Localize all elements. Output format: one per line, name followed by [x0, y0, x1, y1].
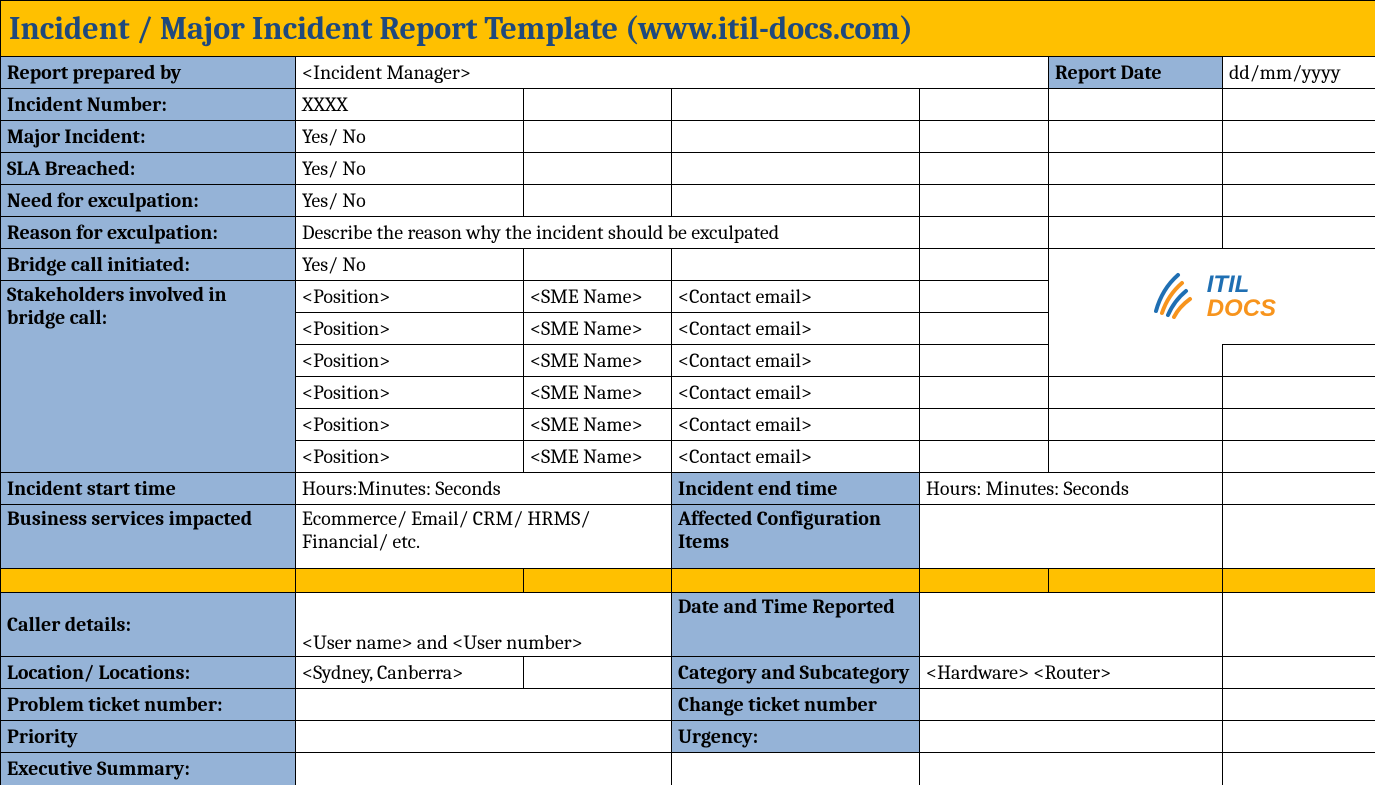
stakeholder-position: <Position> [296, 281, 524, 313]
row-incident-number: Incident Number: XXXX [1, 89, 1375, 121]
label-reason-exculpation: Reason for exculpation: [1, 217, 296, 249]
value-reason-exculpation: Describe the reason why the incident sho… [296, 217, 920, 249]
stakeholder-sme: <SME Name> [524, 377, 672, 409]
label-major-incident: Major Incident: [1, 121, 296, 153]
stakeholder-sme: <SME Name> [524, 313, 672, 345]
row-incident-time: Incident start time Hours:Minutes: Secon… [1, 473, 1375, 505]
value-category: <Hardware> <Router> [920, 657, 1223, 689]
stakeholder-sme: <SME Name> [524, 441, 672, 473]
label-incident-start: Incident start time [1, 473, 296, 505]
label-incident-end: Incident end time [672, 473, 920, 505]
row-major-incident: Major Incident: Yes/ No [1, 121, 1375, 153]
value-report-prepared-by: <Incident Manager> [296, 57, 1049, 89]
row-sla-breached: SLA Breached: Yes/ No [1, 153, 1375, 185]
label-stakeholders: Stakeholders involved in bridge call: [1, 281, 296, 473]
row-caller-details: Caller details: <User name> and <User nu… [1, 593, 1375, 657]
page-title: Incident / Major Incident Report Templat… [1, 1, 1375, 57]
logo-fan-icon [1148, 269, 1194, 324]
value-business-services: Ecommerce/ Email/ CRM/ HRMS/ Financial/ … [296, 505, 672, 569]
label-category: Category and Subcategory [672, 657, 920, 689]
label-problem-ticket: Problem ticket number: [1, 689, 296, 721]
label-report-date: Report Date [1049, 57, 1223, 89]
row-report-prepared-by: Report prepared by <Incident Manager> Re… [1, 57, 1375, 89]
value-date-time-reported [920, 593, 1223, 657]
row-reason-exculpation: Reason for exculpation: Describe the rea… [1, 217, 1375, 249]
stakeholder-email: <Contact email> [672, 281, 920, 313]
value-priority [296, 721, 672, 753]
value-change-ticket [920, 689, 1223, 721]
incident-report-table: Incident / Major Incident Report Templat… [0, 0, 1375, 785]
stakeholder-sme: <SME Name> [524, 345, 672, 377]
label-urgency: Urgency: [672, 721, 920, 753]
row-need-exculpation: Need for exculpation: Yes/ No [1, 185, 1375, 217]
label-location: Location/ Locations: [1, 657, 296, 689]
label-sla-breached: SLA Breached: [1, 153, 296, 185]
row-executive-summary: Executive Summary: [1, 753, 1375, 785]
stakeholder-position: <Position> [296, 441, 524, 473]
stakeholder-email: <Contact email> [672, 313, 920, 345]
stakeholder-email: <Contact email> [672, 377, 920, 409]
value-incident-number: XXXX [296, 89, 524, 121]
row-location: Location/ Locations: <Sydney, Canberra> … [1, 657, 1375, 689]
itil-docs-logo: ITIL DOCS [1148, 269, 1276, 324]
label-bridge-call: Bridge call initiated: [1, 249, 296, 281]
value-major-incident: Yes/ No [296, 121, 524, 153]
stakeholder-position: <Position> [296, 377, 524, 409]
row-business-services: Business services impacted Ecommerce/ Em… [1, 505, 1375, 569]
value-affected-ci [920, 505, 1223, 569]
stakeholder-sme: <SME Name> [524, 281, 672, 313]
logo-text-2: DOCS [1207, 297, 1276, 321]
value-caller-details: <User name> and <User number> [296, 593, 672, 657]
value-problem-ticket [296, 689, 672, 721]
row-bridge-call: Bridge call initiated: Yes/ No ITIL DOCS [1, 249, 1375, 281]
label-business-services: Business services impacted [1, 505, 296, 569]
stakeholder-position: <Position> [296, 313, 524, 345]
value-location: <Sydney, Canberra> [296, 657, 524, 689]
label-caller-details: Caller details: [1, 593, 296, 657]
row-priority: Priority Urgency: [1, 721, 1375, 753]
stakeholder-email: <Contact email> [672, 345, 920, 377]
separator-row [1, 569, 1375, 593]
label-priority: Priority [1, 721, 296, 753]
stakeholder-position: <Position> [296, 345, 524, 377]
stakeholder-email: <Contact email> [672, 409, 920, 441]
label-date-time-reported: Date and Time Reported [672, 593, 920, 657]
label-affected-ci: Affected Configuration Items [672, 505, 920, 569]
logo-cell: ITIL DOCS [1049, 249, 1375, 345]
value-incident-end: Hours: Minutes: Seconds [920, 473, 1223, 505]
value-urgency [920, 721, 1223, 753]
stakeholder-sme: <SME Name> [524, 409, 672, 441]
logo-text-1: ITIL [1207, 273, 1276, 297]
value-report-date: dd/mm/yyyy [1223, 57, 1375, 89]
label-need-exculpation: Need for exculpation: [1, 185, 296, 217]
stakeholder-position: <Position> [296, 409, 524, 441]
label-report-prepared-by: Report prepared by [1, 57, 296, 89]
value-incident-start: Hours:Minutes: Seconds [296, 473, 672, 505]
value-sla-breached: Yes/ No [296, 153, 524, 185]
label-change-ticket: Change ticket number [672, 689, 920, 721]
value-need-exculpation: Yes/ No [296, 185, 524, 217]
label-incident-number: Incident Number: [1, 89, 296, 121]
stakeholder-email: <Contact email> [672, 441, 920, 473]
label-executive-summary: Executive Summary: [1, 753, 296, 785]
value-bridge-call: Yes/ No [296, 249, 524, 281]
title-row: Incident / Major Incident Report Templat… [1, 1, 1375, 57]
row-problem-ticket: Problem ticket number: Change ticket num… [1, 689, 1375, 721]
